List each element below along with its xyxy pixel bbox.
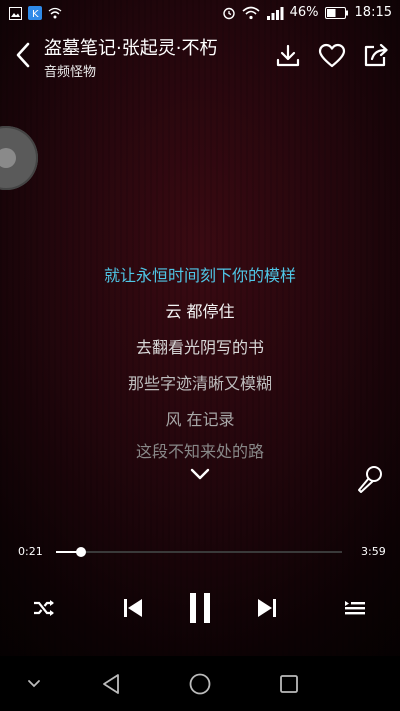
nav-recents-button[interactable] [275, 670, 303, 698]
hide-navbar-button[interactable] [20, 670, 48, 698]
shuffle-button[interactable] [30, 594, 58, 622]
triangle-back-icon [103, 674, 119, 694]
chevron-down-icon [190, 468, 210, 480]
svg-text:K: K [32, 9, 39, 20]
lyrics-panel[interactable]: 就让永恒时间刻下你的模样 云 都停住 去翻看光阴写的书 那些字迹清晰又模糊 风 … [0, 258, 400, 460]
favorite-button[interactable] [318, 42, 346, 70]
total-duration: 3:59 [361, 545, 386, 558]
song-title: 盗墓笔记·张起灵·不朽 [44, 38, 218, 59]
alarm-icon [222, 6, 236, 20]
k-app-icon: K [28, 6, 42, 20]
progress-thumb[interactable] [76, 547, 87, 557]
chevron-down-icon [28, 680, 40, 688]
microphone-icon [358, 466, 382, 493]
player-screen: K 46% 18:15 盗墓笔记·张起灵·不朽 音频怪物 就让永恒时间刻下你的模… [0, 0, 400, 711]
lyric-line: 云 都停住 [165, 302, 235, 321]
heart-icon [318, 43, 346, 68]
previous-button[interactable] [119, 594, 147, 622]
wifi-icon [242, 6, 260, 20]
lyric-line: 去翻看光阴写的书 [135, 338, 264, 357]
nav-home-button[interactable] [186, 670, 214, 698]
next-button[interactable] [253, 594, 281, 622]
lyric-line: 那些字迹清晰又模糊 [127, 374, 272, 393]
signal-icon [266, 6, 284, 20]
download-icon [276, 44, 300, 67]
battery-icon [324, 6, 349, 20]
pause-icon [190, 593, 210, 623]
status-bar: K 46% 18:15 [0, 0, 400, 28]
lyric-line: 风 在记录 [165, 410, 235, 429]
collapse-lyrics-button[interactable] [188, 466, 212, 482]
lyric-line: 这段不知来处的路 [135, 442, 264, 460]
playlist-icon [345, 601, 365, 615]
karaoke-button[interactable] [355, 464, 385, 494]
gallery-icon [8, 6, 22, 20]
skip-next-icon [258, 599, 276, 617]
nav-back-button[interactable] [97, 670, 125, 698]
clock-time: 18:15 [354, 5, 392, 20]
square-recents-icon [280, 675, 298, 693]
back-button[interactable] [10, 40, 36, 70]
share-icon [364, 43, 388, 67]
share-button[interactable] [362, 42, 390, 70]
elapsed-time: 0:21 [18, 545, 43, 558]
lyric-line-current: 就让永恒时间刻下你的模样 [103, 266, 296, 285]
playlist-button[interactable] [341, 594, 369, 622]
battery-percent: 46% [289, 5, 319, 20]
skip-previous-icon [124, 599, 142, 617]
shuffle-icon [34, 600, 54, 616]
progress-bar[interactable] [56, 547, 342, 557]
download-button[interactable] [274, 42, 302, 70]
album-disc[interactable] [0, 126, 38, 190]
player-header: 盗墓笔记·张起灵·不朽 音频怪物 [0, 28, 400, 84]
circle-home-icon [189, 673, 211, 695]
network-icon [48, 6, 62, 20]
artist-name[interactable]: 音频怪物 [44, 61, 96, 80]
back-arrow-icon [16, 42, 30, 68]
system-navigation-bar [0, 656, 400, 711]
pause-button[interactable] [183, 589, 217, 627]
